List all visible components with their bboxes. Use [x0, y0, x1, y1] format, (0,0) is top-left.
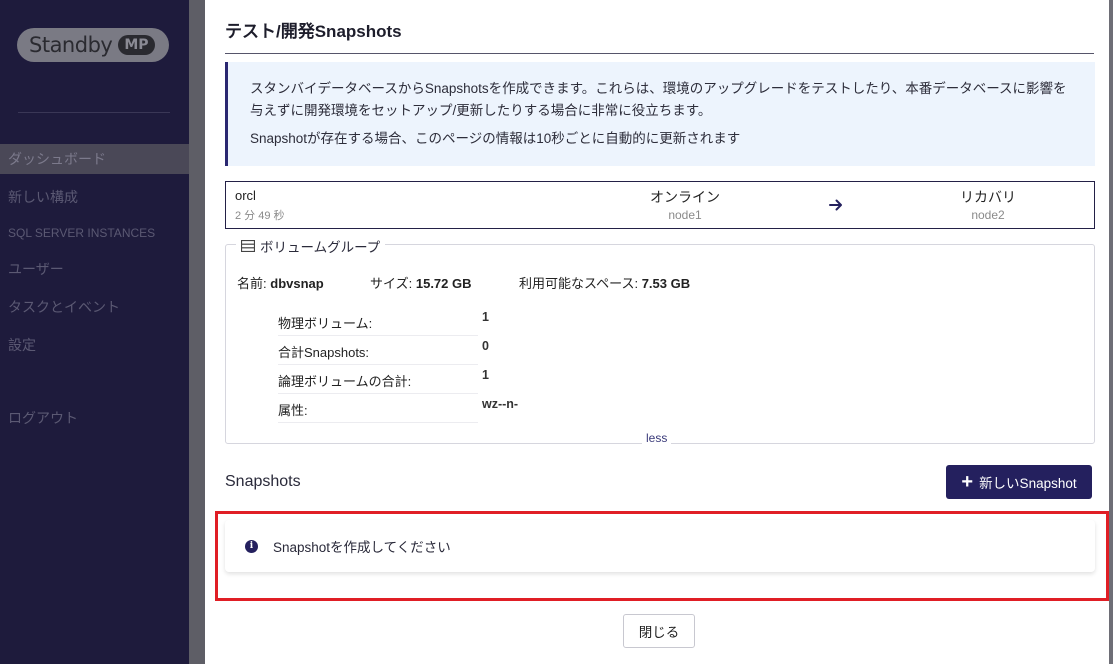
source-node-status: オンライン node1 [615, 187, 755, 222]
vg-detail-row: 物理ボリューム: 1 [278, 305, 578, 336]
arrow-right-icon [829, 199, 842, 211]
volume-group-details: 物理ボリューム: 1 合計Snapshots: 0 論理ボリュームの合計: 1 … [278, 305, 578, 423]
vg-detail-row: 合計Snapshots: 0 [278, 334, 578, 365]
modal-title: テスト/開発Snapshots [225, 22, 402, 41]
volume-group-summary: 名前: dbvsnap サイズ: 15.72 GB 利用可能なスペース: 7.5… [237, 273, 690, 292]
sidebar-item-sql-server-instances[interactable]: SQL SERVER INSTANCES [0, 218, 189, 248]
database-name: orcl [235, 188, 256, 203]
plus-icon: + [961, 471, 974, 493]
server-list-icon [241, 240, 255, 252]
info-text-description: スタンバイデータベースからSnapshotsを作成できます。これらは、環境のアッ… [250, 81, 1067, 118]
vg-detail-label: 論理ボリュームの合計: [278, 371, 478, 394]
less-toggle-link[interactable]: less [642, 431, 672, 445]
target-status: リカバリ [960, 189, 1016, 205]
sidebar: Standby MP ダッシュボード 新しい構成 SQL SERVER INST… [0, 0, 189, 664]
new-snapshot-button-label: 新しいSnapshot [979, 476, 1077, 491]
vg-name-label: 名前: [237, 276, 267, 291]
vg-size-label: サイズ: [370, 276, 413, 291]
vg-detail-value: 1 [482, 310, 489, 324]
vg-free-label: 利用可能なスペース: [519, 276, 639, 291]
sidebar-item-tasks-events[interactable]: タスクとイベント [0, 292, 189, 322]
logo-badge: MP [118, 35, 155, 55]
target-node: node2 [971, 208, 1005, 222]
snapshots-heading: Snapshots [225, 473, 301, 490]
vg-detail-row: 属性: wz--n- [278, 392, 578, 423]
info-callout: スタンバイデータベースからSnapshotsを作成できます。これらは、環境のアッ… [225, 62, 1095, 166]
annotation-highlight-box [215, 511, 1109, 601]
vg-detail-value: wz--n- [482, 397, 519, 411]
app-logo: Standby MP [17, 28, 169, 62]
sidebar-item-logout[interactable]: ログアウト [0, 403, 189, 433]
vg-detail-value: 1 [482, 368, 489, 382]
vg-free-value: 7.53 GB [641, 276, 691, 291]
sidebar-item-settings[interactable]: 設定 [0, 330, 189, 360]
database-status-row: orcl 2 分 49 秒 オンライン node1 リカバリ node2 [225, 181, 1095, 229]
vg-size-value: 15.72 GB [415, 276, 472, 291]
sidebar-item-users[interactable]: ユーザー [0, 254, 189, 284]
vg-detail-label: 物理ボリューム: [278, 313, 478, 336]
volume-group-legend-label: ボリュームグループ [260, 240, 381, 255]
vg-detail-label: 合計Snapshots: [278, 342, 478, 365]
vg-name-value: dbvsnap [270, 276, 324, 291]
sidebar-divider [18, 112, 170, 113]
modal-backdrop [189, 0, 205, 664]
vg-detail-value: 0 [482, 339, 489, 353]
info-text-refresh: Snapshotが存在する場合、このページの情報は10秒ごとに自動的に更新されま… [250, 131, 741, 146]
vg-detail-row: 論理ボリュームの合計: 1 [278, 363, 578, 394]
logo-text: Standby [29, 33, 113, 57]
volume-group-legend: ボリュームグループ [236, 236, 386, 256]
source-status: オンライン [650, 189, 720, 205]
database-age: 2 分 49 秒 [235, 210, 285, 222]
source-node: node1 [668, 208, 702, 222]
new-snapshot-button[interactable]: + 新しいSnapshot [946, 465, 1092, 499]
modal-backdrop-right [1109, 0, 1113, 664]
close-button[interactable]: 閉じる [623, 614, 695, 648]
target-node-status: リカバリ node2 [918, 187, 1058, 222]
sidebar-item-new-config[interactable]: 新しい構成 [0, 182, 189, 212]
volume-group-panel: ボリュームグループ 名前: dbvsnap サイズ: 15.72 GB 利用可能… [225, 236, 1095, 445]
sidebar-item-dashboard[interactable]: ダッシュボード [0, 144, 189, 174]
vg-detail-label: 属性: [278, 400, 478, 423]
title-divider [225, 53, 1094, 54]
